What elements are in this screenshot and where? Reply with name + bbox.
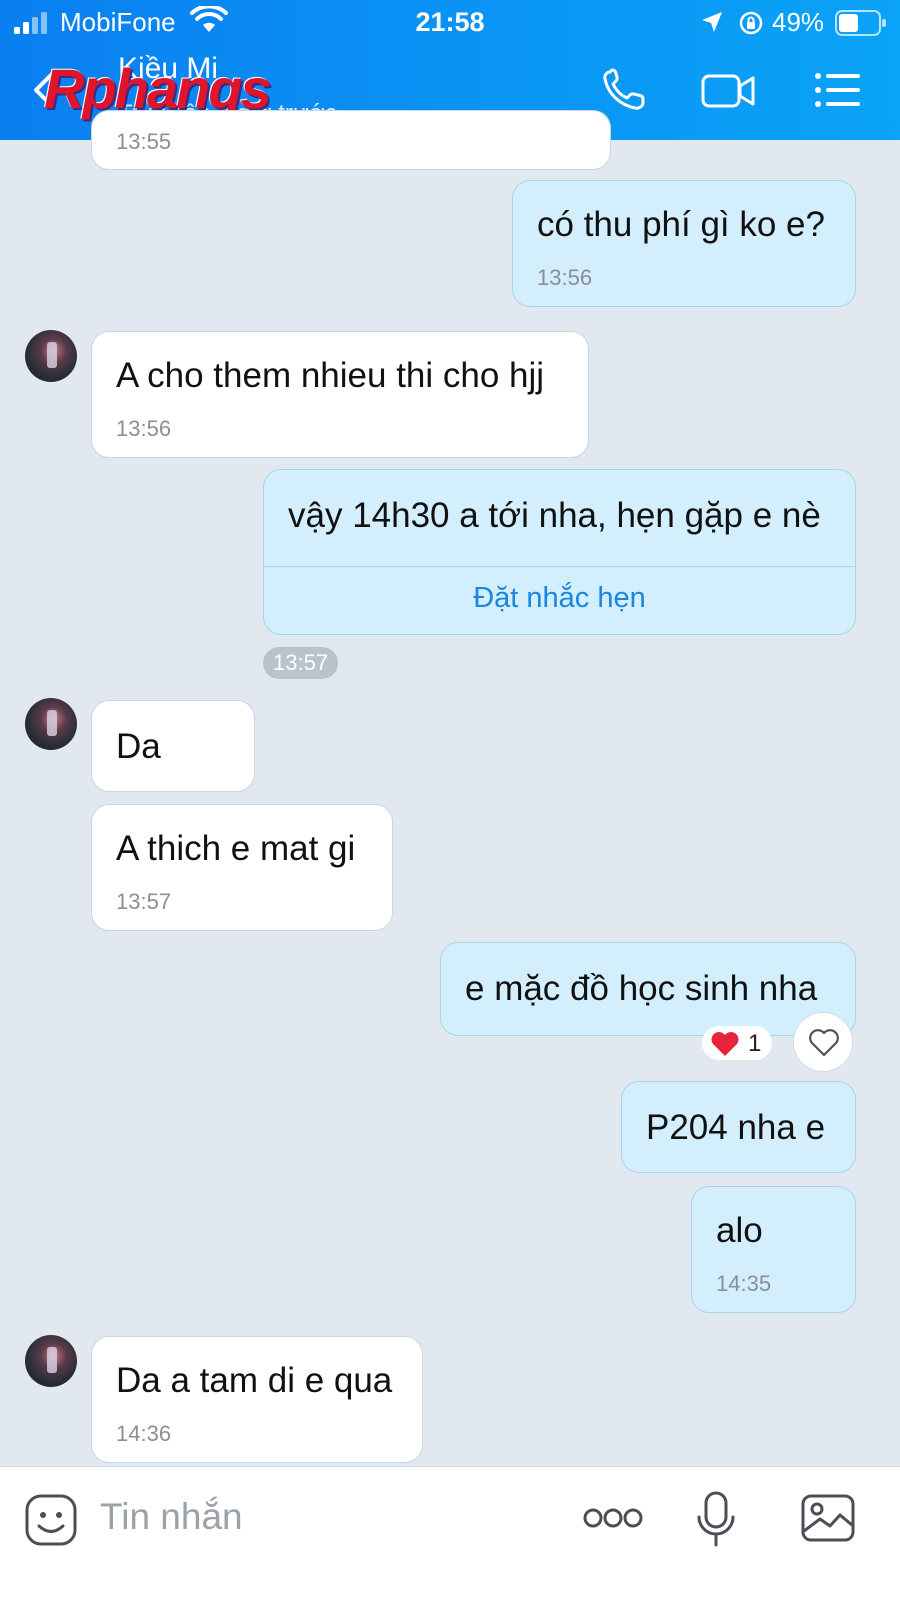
message-bubble-outgoing[interactable]: e mặc đồ học sinh nha [440,942,856,1036]
phone-icon[interactable] [600,68,650,112]
clock: 21:58 [415,7,485,37]
heart-icon [711,1032,739,1056]
message-text: A cho them nhieu thi cho hjj [116,356,545,395]
heart-outline-icon [809,1029,839,1057]
react-button[interactable] [793,1012,853,1072]
battery-icon [835,10,886,36]
message-bubble-outgoing[interactable]: có thu phí gì ko e? 13:56 [512,180,856,307]
set-reminder-link[interactable]: Đặt nhắc hẹn [264,582,855,615]
battery-percent: 49% [772,7,825,37]
avatar[interactable] [25,698,77,750]
message-bubble-outgoing[interactable]: P204 nha e [621,1081,856,1173]
message-bubble-outgoing[interactable]: alo 14:35 [691,1186,856,1313]
message-text: alo [716,1211,763,1250]
mic-icon[interactable] [696,1491,736,1547]
message-bubble-incoming[interactable]: Da a tam di e qua 14:36 [91,1336,423,1463]
message-time: 13:56 [537,265,593,290]
message-bubble-incoming[interactable]: Da [91,700,255,792]
message-time: 14:35 [716,1271,772,1296]
location-icon [702,12,722,32]
message-text: P204 nha e [646,1108,826,1147]
message-time-pill: 13:57 [263,647,339,679]
message-text: Da [116,727,161,766]
message-time: 13:56 [116,416,172,441]
message-time: 13:57 [116,889,172,914]
message-text: A thich e mat gi [116,829,356,868]
message-bubble-incoming[interactable]: A thich e mat gi 13:57 [91,804,393,931]
reaction-summary[interactable]: 1 [702,1026,772,1060]
bubble-divider [264,566,855,567]
message-text: Da a tam di e qua [116,1361,393,1400]
back-icon[interactable] [30,70,58,110]
message-bubble-incoming[interactable]: A cho them nhieu thi cho hjj 13:56 [91,331,589,458]
message-time: 13:55 [116,129,172,154]
avatar[interactable] [25,1335,77,1387]
avatar[interactable] [25,330,77,382]
video-icon[interactable] [700,68,756,112]
menu-icon[interactable] [812,68,862,112]
more-icon[interactable] [582,1505,644,1531]
message-time: 14:36 [116,1421,172,1446]
image-icon[interactable] [800,1493,856,1543]
message-text: có thu phí gì ko e? [537,205,825,244]
rotation-lock-icon [739,11,763,35]
message-bubble-incoming[interactable]: 13:55 [91,110,611,170]
message-input-bar [0,1466,900,1600]
message-bubble-outgoing[interactable]: vậy 14h30 a tới nha, hẹn gặp e nè Đặt nh… [263,469,856,635]
message-text: e mặc đồ học sinh nha [465,969,818,1008]
message-input[interactable] [100,1487,560,1547]
status-bar: MobiFone 21:58 49% [0,0,900,46]
emoji-icon[interactable] [24,1493,78,1547]
message-text: vậy 14h30 a tới nha, hẹn gặp e nè [288,496,821,535]
reaction-count: 1 [748,1030,762,1057]
contact-name[interactable]: Kiều Mi [118,52,218,86]
